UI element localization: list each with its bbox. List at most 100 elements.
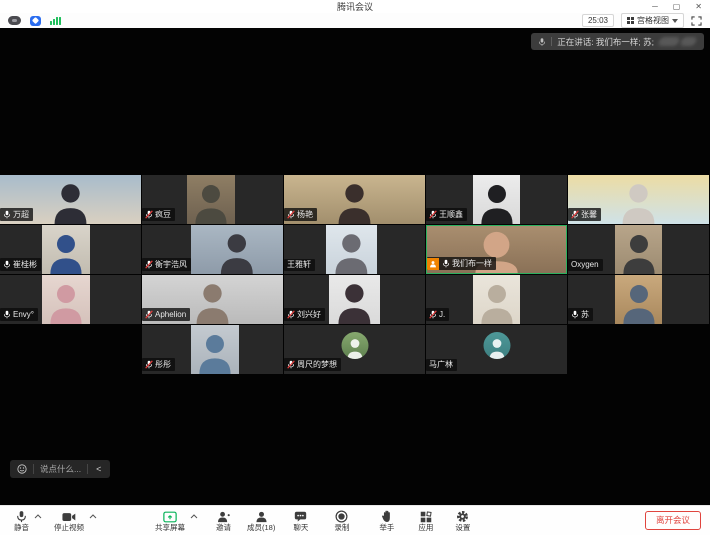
participant-name-label: 万超 xyxy=(0,208,33,221)
apps-icon xyxy=(420,510,432,524)
mic-on-icon xyxy=(3,260,11,269)
participant-name-label: 杨艳 xyxy=(284,208,317,221)
members-button[interactable]: 成员(18) xyxy=(247,510,275,532)
emoji-icon[interactable] xyxy=(17,464,27,474)
chat-bar[interactable]: 说点什么... < xyxy=(10,460,110,478)
record-label: 录制 xyxy=(334,524,349,532)
participant-tile[interactable]: 刘兴好 xyxy=(284,275,425,324)
participant-tile[interactable]: Oxygen xyxy=(568,225,709,274)
participant-name-label: 衡宇浩风 xyxy=(142,258,191,271)
share-screen-label: 共享屏幕 xyxy=(155,524,185,532)
mic-on-icon xyxy=(3,210,11,219)
mic-muted-icon xyxy=(429,210,437,219)
participant-tile[interactable]: 王顺鑫 xyxy=(426,175,567,224)
person-silhouette xyxy=(473,175,521,224)
video-feed xyxy=(615,225,663,274)
participant-tile[interactable]: 崔桂彬 xyxy=(0,225,141,274)
participant-name-label: Envy° xyxy=(0,308,38,321)
video-feed xyxy=(187,175,235,224)
minimize-icon[interactable]: ─ xyxy=(652,3,658,11)
video-feed xyxy=(191,325,239,374)
mic-muted-icon xyxy=(571,210,579,219)
participant-tile[interactable]: Aphelion xyxy=(142,275,283,324)
video-grid: 万超 疯豆杨艳 王顺鑫 张馨崔桂彬衡宇浩风 王雅轩 我们布一样Oxygen Envy° Aph… xyxy=(0,175,710,375)
participant-tile[interactable]: 衡宇浩风 xyxy=(142,225,283,274)
mic-on-icon xyxy=(571,310,579,319)
stop-video-label: 停止视频 xyxy=(54,524,84,532)
maximize-icon[interactable]: ▢ xyxy=(673,3,681,11)
speaking-text: 正在讲话: 我们布一样; 苏; xyxy=(557,36,654,48)
mute-button[interactable]: 静音 xyxy=(14,510,29,532)
participant-tile[interactable]: 马广林 xyxy=(426,325,567,374)
meeting-timer: 25:03 xyxy=(582,14,614,27)
participant-name-label: 刘兴好 xyxy=(284,308,325,321)
apps-button[interactable]: 应用 xyxy=(418,510,433,532)
person-silhouette xyxy=(191,225,283,274)
raise-hand-button[interactable]: 举手 xyxy=(379,510,394,532)
participant-tile[interactable]: 我们布一样 xyxy=(426,225,567,274)
mic-muted-icon xyxy=(145,360,153,369)
members-icon xyxy=(255,510,268,524)
share-screen-button[interactable]: 共享屏幕 xyxy=(155,510,185,532)
video-feed xyxy=(329,275,380,324)
record-button[interactable]: 录制 xyxy=(334,510,349,532)
speaking-banner: 正在讲话: 我们布一样; 苏; xyxy=(531,33,704,50)
participant-tile[interactable]: 张馨 xyxy=(568,175,709,224)
participant-tile[interactable]: 彤彤 xyxy=(142,325,283,374)
participant-tile[interactable]: 王雅轩 xyxy=(284,225,425,274)
participant-name-label: Aphelion xyxy=(142,308,190,321)
participant-tile[interactable]: 周尺的梦想 xyxy=(284,325,425,374)
avatar xyxy=(341,332,368,359)
view-mode-label: 宫格视图 xyxy=(637,15,669,26)
participant-name-label: 张馨 xyxy=(568,208,601,221)
leave-meeting-button[interactable]: 离开会议 xyxy=(645,511,701,530)
person-silhouette xyxy=(473,275,521,324)
raise-hand-icon xyxy=(381,510,393,524)
participant-tile[interactable]: Envy° xyxy=(0,275,141,324)
settings-button[interactable]: 设置 xyxy=(455,510,470,532)
security-shield-icon[interactable] xyxy=(30,16,41,26)
mic-muted-icon xyxy=(287,310,295,319)
participant-tile[interactable]: 杨艳 xyxy=(284,175,425,224)
participant-name-label: 王雅轩 xyxy=(284,259,315,271)
microphone-icon xyxy=(538,37,546,47)
participant-tile[interactable]: J. xyxy=(426,275,567,324)
participant-name-label: 王顺鑫 xyxy=(426,208,467,221)
grid-view-icon xyxy=(627,17,634,24)
record-icon xyxy=(335,510,348,524)
chevron-down-icon xyxy=(672,19,678,23)
video-options-caret[interactable] xyxy=(89,514,97,519)
avatar xyxy=(483,332,510,359)
status-bar: 25:03 宫格视图 xyxy=(0,13,710,28)
meeting-info-icon[interactable] xyxy=(8,16,21,25)
chat-label: 聊天 xyxy=(293,524,308,532)
participant-tile[interactable]: 苏 xyxy=(568,275,709,324)
person-silhouette xyxy=(187,175,235,224)
video-feed xyxy=(42,275,90,324)
settings-gear-icon xyxy=(456,510,469,524)
share-options-caret[interactable] xyxy=(190,514,198,519)
apps-label: 应用 xyxy=(418,524,433,532)
participant-tile[interactable]: 疯豆 xyxy=(142,175,283,224)
video-feed xyxy=(473,275,521,324)
invite-button[interactable]: 邀请 xyxy=(216,510,231,532)
video-feed xyxy=(42,225,90,274)
fullscreen-icon[interactable] xyxy=(691,16,702,26)
participant-tile[interactable]: 万超 xyxy=(0,175,141,224)
microphone-icon xyxy=(16,510,27,524)
network-signal-icon xyxy=(50,16,61,25)
chat-collapse-button[interactable]: < xyxy=(94,464,103,474)
person-silhouette xyxy=(42,275,90,324)
mic-muted-icon xyxy=(145,260,153,269)
person-silhouette xyxy=(42,225,90,274)
meeting-window: 腾讯会议 ─ ▢ ✕ 25:03 宫格视图 xyxy=(0,0,710,535)
view-mode-dropdown[interactable]: 宫格视图 xyxy=(621,13,684,28)
mute-options-caret[interactable] xyxy=(34,514,42,519)
close-icon[interactable]: ✕ xyxy=(695,3,702,11)
stop-video-button[interactable]: 停止视频 xyxy=(54,510,84,532)
chat-button[interactable]: 聊天 xyxy=(293,510,308,532)
share-screen-icon xyxy=(163,510,177,524)
chat-input[interactable]: 说点什么... xyxy=(40,463,81,475)
invite-label: 邀请 xyxy=(216,524,231,532)
participant-name-label: Oxygen xyxy=(568,259,603,271)
